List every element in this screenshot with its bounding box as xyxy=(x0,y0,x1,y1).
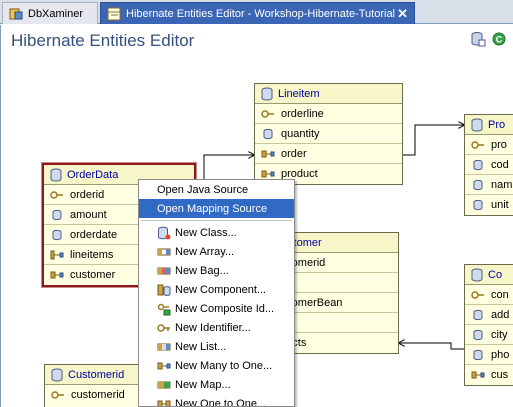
property-row[interactable]: city xyxy=(465,325,513,345)
property-row[interactable]: con xyxy=(465,285,513,305)
menu-item-new-many-to-one[interactable]: New Many to One... xyxy=(139,356,294,375)
property-row[interactable]: quantity xyxy=(255,124,402,144)
bag-icon xyxy=(157,267,171,274)
entity-class-icon xyxy=(471,118,483,131)
dbxaminer-icon xyxy=(9,8,23,19)
menu-item-new-composite-id[interactable]: New Composite Id... xyxy=(139,299,294,318)
map-icon xyxy=(157,381,171,388)
tab-dbxaminer[interactable]: DbXaminer xyxy=(2,2,98,24)
entity-class-icon xyxy=(261,87,273,100)
many-to-one-icon xyxy=(50,271,64,279)
property-row[interactable]: customerid xyxy=(45,385,138,405)
many-to-one-icon xyxy=(261,150,275,157)
entity-header[interactable]: Customerid xyxy=(45,365,138,385)
class-icon xyxy=(158,226,171,239)
property-icon xyxy=(473,179,483,190)
menu-item-new-bag[interactable]: New Bag... xyxy=(139,261,294,280)
menu-item-open-mapping-source[interactable]: Open Mapping Source xyxy=(139,199,294,218)
entity-class-icon xyxy=(471,268,483,281)
property-row[interactable]: pho xyxy=(465,345,513,365)
menu-item-new-one-to-one[interactable]: New One to One... xyxy=(139,394,294,406)
menu-item-open-java-source[interactable]: Open Java Source xyxy=(139,180,294,199)
entity-header[interactable]: Lineitem xyxy=(255,84,402,104)
entity-customerid[interactable]: Customerid customerid xyxy=(44,364,139,407)
property-row[interactable]: cod xyxy=(465,155,513,175)
key-icon xyxy=(51,391,64,399)
entity-name: Pro xyxy=(488,118,506,131)
context-menu: Open Java Source Open Mapping Source New… xyxy=(138,179,295,407)
menu-item-new-component[interactable]: New Component... xyxy=(139,280,294,299)
property-icon xyxy=(473,349,483,360)
menu-item-new-list[interactable]: New List... xyxy=(139,337,294,356)
one-to-one-icon xyxy=(157,400,171,406)
key-icon xyxy=(471,290,484,299)
property-row[interactable]: cus xyxy=(465,365,513,385)
close-icon[interactable]: ✕ xyxy=(397,6,408,22)
property-icon xyxy=(473,159,483,170)
entity-class-icon xyxy=(50,168,62,181)
menu-item-new-class[interactable]: New Class... xyxy=(139,223,294,242)
key-icon xyxy=(471,140,484,149)
property-row[interactable]: pro xyxy=(465,135,513,155)
entity-name: Lineitem xyxy=(278,87,320,100)
entity-contact[interactable]: Co con add city pho cus xyxy=(464,264,513,386)
property-row[interactable]: add xyxy=(465,305,513,325)
entity-name: Co xyxy=(488,268,503,281)
menu-item-new-array[interactable]: New Array... xyxy=(139,242,294,261)
component-icon xyxy=(157,284,171,296)
key-icon xyxy=(261,109,274,118)
property-row[interactable]: nam xyxy=(465,175,513,195)
composite-id-icon xyxy=(157,303,171,315)
entity-product[interactable]: Pro pro cod nam unit xyxy=(464,114,513,216)
property-row[interactable]: orderline xyxy=(255,104,402,124)
key-icon xyxy=(50,190,63,199)
entity-class-icon xyxy=(51,368,63,381)
tab-hibernate-entities-editor[interactable]: Hibernate Entities Editor - Workshop-Hib… xyxy=(100,2,415,24)
property-row[interactable]: unit xyxy=(465,195,513,215)
entity-lineitem[interactable]: Lineitem orderline quantity order produc… xyxy=(254,83,403,185)
menu-separator xyxy=(141,220,292,221)
collection-icon xyxy=(50,250,64,259)
array-icon xyxy=(157,248,171,255)
property-icon xyxy=(473,199,483,211)
property-icon xyxy=(473,309,483,320)
editor-tab-bar: DbXaminer Hibernate Entities Editor - Wo… xyxy=(0,0,513,24)
property-icon xyxy=(263,128,273,139)
entity-name: OrderData xyxy=(67,168,119,181)
tab-label: Hibernate Entities Editor - Workshop-Hib… xyxy=(126,7,396,20)
property-row[interactable]: order xyxy=(255,144,402,164)
hibernate-editor-icon xyxy=(107,7,121,20)
identifier-icon xyxy=(157,323,170,332)
entity-header[interactable]: Co xyxy=(465,265,513,285)
many-to-one-icon xyxy=(471,371,485,379)
property-icon xyxy=(473,329,483,340)
list-icon xyxy=(157,343,171,350)
property-icon xyxy=(52,229,62,240)
menu-item-new-identifier[interactable]: New Identifier... xyxy=(139,318,294,337)
many-to-one-icon xyxy=(157,362,171,369)
entity-name: Customerid xyxy=(68,368,125,381)
menu-item-new-map[interactable]: New Map... xyxy=(139,375,294,394)
entity-header[interactable]: Pro xyxy=(465,115,513,135)
property-icon xyxy=(52,209,62,220)
tab-label: DbXaminer xyxy=(28,7,84,20)
